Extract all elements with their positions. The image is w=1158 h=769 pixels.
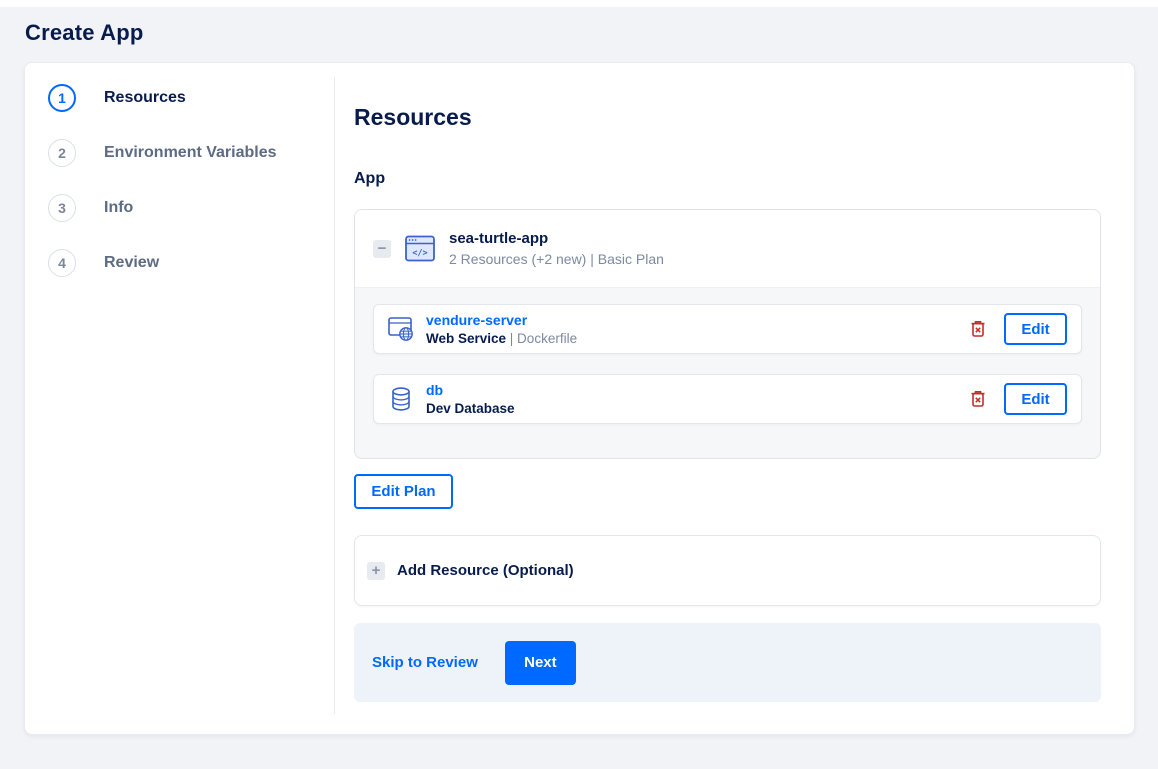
step-label-environment-variables: Environment Variables [104, 144, 277, 161]
resource-row-db: db Dev Database Edit [373, 374, 1082, 424]
trash-icon [971, 391, 985, 407]
app-group-header: − </> sea-turtle-app 2 Resources (+2 new… [355, 210, 1100, 288]
create-app-card: 1 Resources 2 Environment Variables 3 In… [24, 62, 1135, 735]
edit-resource-button[interactable]: Edit [1004, 313, 1067, 345]
resource-name-link[interactable]: vendure-server [426, 312, 966, 328]
wizard-steps: 1 Resources 2 Environment Variables 3 In… [48, 84, 328, 304]
step-label-review: Review [104, 254, 160, 271]
resource-row-vendure-server: vendure-server Web Service | Dockerfile … [373, 304, 1082, 354]
app-summary: 2 Resources (+2 new) | Basic Plan [449, 251, 664, 267]
step-number-1: 1 [48, 84, 76, 112]
wizard-footer: Skip to Review Next [354, 623, 1101, 702]
resource-type-suffix: | Dockerfile [506, 331, 578, 346]
app-titles: sea-turtle-app 2 Resources (+2 new) | Ba… [449, 230, 664, 267]
app-resource-list: vendure-server Web Service | Dockerfile … [355, 288, 1100, 424]
step-environment-variables[interactable]: 2 Environment Variables [48, 139, 328, 167]
page-header: Create App [0, 7, 1158, 46]
step-info[interactable]: 3 Info [48, 194, 328, 222]
resource-type: Web Service [426, 331, 507, 346]
app-section-label: App [354, 170, 386, 187]
resource-type-line: Web Service | Dockerfile [426, 331, 966, 346]
step-label-info: Info [104, 199, 134, 216]
trash-icon [971, 321, 985, 337]
page-title: Create App [25, 20, 144, 45]
add-resource-card[interactable]: + Add Resource (Optional) [354, 535, 1101, 606]
step-number-3: 3 [48, 194, 76, 222]
add-resource-label: Add Resource (Optional) [397, 562, 574, 579]
resource-text: db Dev Database [426, 382, 966, 416]
edit-resource-button[interactable]: Edit [1004, 383, 1067, 415]
step-number-4: 4 [48, 249, 76, 277]
top-strip [0, 0, 1158, 7]
resource-name-link[interactable]: db [426, 382, 966, 398]
app-window-code-icon: </> [405, 235, 435, 262]
web-service-icon [388, 316, 414, 342]
step-label-resources: Resources [104, 89, 186, 106]
app-resource-group: − </> sea-turtle-app 2 Resources (+2 new… [354, 209, 1101, 459]
next-button[interactable]: Next [504, 640, 576, 685]
step-number-2: 2 [48, 139, 76, 167]
database-icon [388, 386, 414, 412]
svg-text:</>: </> [412, 249, 427, 259]
resources-panel: Resources App − </> sea-turtle-app 2 Res… [354, 63, 1101, 702]
steps-content-divider [334, 77, 335, 714]
resource-type-line: Dev Database [426, 401, 966, 416]
app-name: sea-turtle-app [449, 230, 549, 247]
resources-heading: Resources [354, 104, 472, 130]
plus-icon[interactable]: + [367, 561, 385, 580]
skip-to-review-link[interactable]: Skip to Review [372, 654, 478, 671]
resource-type: Dev Database [426, 401, 515, 416]
collapse-app-button[interactable]: − [373, 239, 391, 258]
delete-resource-button[interactable] [966, 316, 990, 342]
step-resources[interactable]: 1 Resources [48, 84, 328, 112]
step-review[interactable]: 4 Review [48, 249, 328, 277]
resource-text: vendure-server Web Service | Dockerfile [426, 312, 966, 346]
edit-plan-button[interactable]: Edit Plan [354, 474, 453, 509]
delete-resource-button[interactable] [966, 386, 990, 412]
